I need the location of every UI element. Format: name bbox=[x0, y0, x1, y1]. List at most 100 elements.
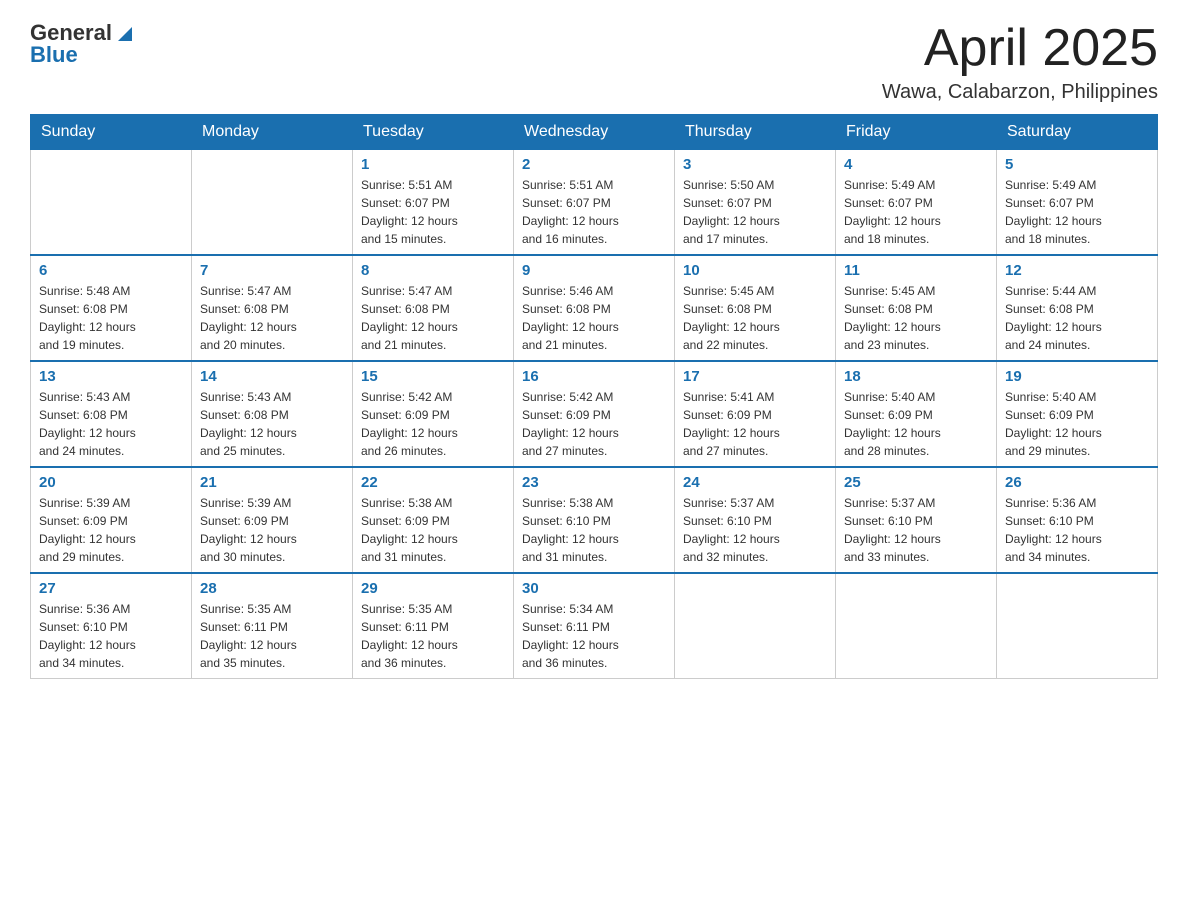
day-info: Sunrise: 5:42 AM Sunset: 6:09 PM Dayligh… bbox=[522, 388, 666, 460]
day-number: 7 bbox=[200, 262, 344, 279]
calendar-header-row: SundayMondayTuesdayWednesdayThursdayFrid… bbox=[31, 115, 1158, 150]
calendar-week-row: 1 Sunrise: 5:51 AM Sunset: 6:07 PM Daylig… bbox=[31, 150, 1158, 256]
calendar-header-wednesday: Wednesday bbox=[514, 115, 675, 150]
calendar-header-sunday: Sunday bbox=[31, 115, 192, 150]
day-info: Sunrise: 5:45 AM Sunset: 6:08 PM Dayligh… bbox=[844, 282, 988, 354]
day-info: Sunrise: 5:38 AM Sunset: 6:10 PM Dayligh… bbox=[522, 494, 666, 566]
calendar-cell: 12 Sunrise: 5:44 AM Sunset: 6:08 PM Dayli… bbox=[997, 255, 1158, 361]
day-number: 11 bbox=[844, 262, 988, 279]
day-info: Sunrise: 5:35 AM Sunset: 6:11 PM Dayligh… bbox=[361, 600, 505, 672]
calendar-subtitle: Wawa, Calabarzon, Philippines bbox=[882, 81, 1158, 104]
day-info: Sunrise: 5:44 AM Sunset: 6:08 PM Dayligh… bbox=[1005, 282, 1149, 354]
day-info: Sunrise: 5:35 AM Sunset: 6:11 PM Dayligh… bbox=[200, 600, 344, 672]
day-number: 29 bbox=[361, 580, 505, 597]
calendar-title: April 2025 bbox=[882, 20, 1158, 77]
calendar-cell bbox=[675, 573, 836, 679]
logo-blue-text: Blue bbox=[30, 42, 78, 68]
calendar-cell: 7 Sunrise: 5:47 AM Sunset: 6:08 PM Daylig… bbox=[192, 255, 353, 361]
day-number: 16 bbox=[522, 368, 666, 385]
calendar-cell: 8 Sunrise: 5:47 AM Sunset: 6:08 PM Daylig… bbox=[353, 255, 514, 361]
calendar-cell: 23Sunrise: 5:38 AM Sunset: 6:10 PM Dayli… bbox=[514, 467, 675, 573]
calendar-cell: 17Sunrise: 5:41 AM Sunset: 6:09 PM Dayli… bbox=[675, 361, 836, 467]
calendar-cell: 24 Sunrise: 5:37 AM Sunset: 6:10 PM Dayli… bbox=[675, 467, 836, 573]
calendar-cell: 13 Sunrise: 5:43 AM Sunset: 6:08 PM Dayli… bbox=[31, 361, 192, 467]
day-info: Sunrise: 5:37 AM Sunset: 6:10 PM Dayligh… bbox=[844, 494, 988, 566]
day-number: 4 bbox=[844, 156, 988, 173]
day-number: 6 bbox=[39, 262, 183, 279]
calendar-header-thursday: Thursday bbox=[675, 115, 836, 150]
calendar-week-row: 6Sunrise: 5:48 AM Sunset: 6:08 PM Daylig… bbox=[31, 255, 1158, 361]
day-info: Sunrise: 5:49 AM Sunset: 6:07 PM Dayligh… bbox=[1005, 176, 1149, 248]
day-info: Sunrise: 5:40 AM Sunset: 6:09 PM Dayligh… bbox=[1005, 388, 1149, 460]
day-number: 3 bbox=[683, 156, 827, 173]
day-info: Sunrise: 5:43 AM Sunset: 6:08 PM Dayligh… bbox=[200, 388, 344, 460]
calendar-cell: 5 Sunrise: 5:49 AM Sunset: 6:07 PM Daylig… bbox=[997, 150, 1158, 256]
day-info: Sunrise: 5:37 AM Sunset: 6:10 PM Dayligh… bbox=[683, 494, 827, 566]
day-number: 12 bbox=[1005, 262, 1149, 279]
calendar-cell bbox=[192, 150, 353, 256]
day-number: 14 bbox=[200, 368, 344, 385]
day-info: Sunrise: 5:40 AM Sunset: 6:09 PM Dayligh… bbox=[844, 388, 988, 460]
page-header: General Blue April 2025 Wawa, Calabarzon… bbox=[30, 20, 1158, 104]
day-info: Sunrise: 5:47 AM Sunset: 6:08 PM Dayligh… bbox=[361, 282, 505, 354]
day-info: Sunrise: 5:50 AM Sunset: 6:07 PM Dayligh… bbox=[683, 176, 827, 248]
calendar-cell bbox=[31, 150, 192, 256]
calendar-cell: 3 Sunrise: 5:50 AM Sunset: 6:07 PM Daylig… bbox=[675, 150, 836, 256]
calendar-cell: 16 Sunrise: 5:42 AM Sunset: 6:09 PM Dayli… bbox=[514, 361, 675, 467]
calendar-cell: 4Sunrise: 5:49 AM Sunset: 6:07 PM Daylig… bbox=[836, 150, 997, 256]
day-number: 8 bbox=[361, 262, 505, 279]
day-info: Sunrise: 5:45 AM Sunset: 6:08 PM Dayligh… bbox=[683, 282, 827, 354]
day-number: 30 bbox=[522, 580, 666, 597]
calendar-table: SundayMondayTuesdayWednesdayThursdayFrid… bbox=[30, 114, 1158, 679]
day-number: 27 bbox=[39, 580, 183, 597]
calendar-cell: 20 Sunrise: 5:39 AM Sunset: 6:09 PM Dayli… bbox=[31, 467, 192, 573]
day-info: Sunrise: 5:51 AM Sunset: 6:07 PM Dayligh… bbox=[361, 176, 505, 248]
day-number: 20 bbox=[39, 474, 183, 491]
day-info: Sunrise: 5:36 AM Sunset: 6:10 PM Dayligh… bbox=[1005, 494, 1149, 566]
day-number: 1 bbox=[361, 156, 505, 173]
calendar-cell: 18 Sunrise: 5:40 AM Sunset: 6:09 PM Dayli… bbox=[836, 361, 997, 467]
calendar-cell: 2Sunrise: 5:51 AM Sunset: 6:07 PM Daylig… bbox=[514, 150, 675, 256]
day-number: 9 bbox=[522, 262, 666, 279]
day-number: 19 bbox=[1005, 368, 1149, 385]
calendar-week-row: 20 Sunrise: 5:39 AM Sunset: 6:09 PM Dayli… bbox=[31, 467, 1158, 573]
calendar-cell: 26 Sunrise: 5:36 AM Sunset: 6:10 PM Dayli… bbox=[997, 467, 1158, 573]
calendar-cell bbox=[997, 573, 1158, 679]
day-number: 15 bbox=[361, 368, 505, 385]
calendar-cell: 29 Sunrise: 5:35 AM Sunset: 6:11 PM Dayli… bbox=[353, 573, 514, 679]
calendar-cell: 30 Sunrise: 5:34 AM Sunset: 6:11 PM Dayli… bbox=[514, 573, 675, 679]
day-number: 13 bbox=[39, 368, 183, 385]
day-number: 5 bbox=[1005, 156, 1149, 173]
calendar-cell bbox=[836, 573, 997, 679]
logo-triangle-icon bbox=[114, 23, 136, 45]
calendar-header-monday: Monday bbox=[192, 115, 353, 150]
day-info: Sunrise: 5:43 AM Sunset: 6:08 PM Dayligh… bbox=[39, 388, 183, 460]
day-info: Sunrise: 5:34 AM Sunset: 6:11 PM Dayligh… bbox=[522, 600, 666, 672]
calendar-cell: 15 Sunrise: 5:42 AM Sunset: 6:09 PM Dayli… bbox=[353, 361, 514, 467]
day-number: 24 bbox=[683, 474, 827, 491]
calendar-cell: 19 Sunrise: 5:40 AM Sunset: 6:09 PM Dayli… bbox=[997, 361, 1158, 467]
calendar-cell: 10Sunrise: 5:45 AM Sunset: 6:08 PM Dayli… bbox=[675, 255, 836, 361]
day-info: Sunrise: 5:42 AM Sunset: 6:09 PM Dayligh… bbox=[361, 388, 505, 460]
day-info: Sunrise: 5:39 AM Sunset: 6:09 PM Dayligh… bbox=[200, 494, 344, 566]
day-number: 18 bbox=[844, 368, 988, 385]
day-info: Sunrise: 5:46 AM Sunset: 6:08 PM Dayligh… bbox=[522, 282, 666, 354]
calendar-cell: 25 Sunrise: 5:37 AM Sunset: 6:10 PM Dayli… bbox=[836, 467, 997, 573]
day-number: 28 bbox=[200, 580, 344, 597]
calendar-cell: 1 Sunrise: 5:51 AM Sunset: 6:07 PM Daylig… bbox=[353, 150, 514, 256]
title-block: April 2025 Wawa, Calabarzon, Philippines bbox=[882, 20, 1158, 104]
day-number: 26 bbox=[1005, 474, 1149, 491]
calendar-cell: 21Sunrise: 5:39 AM Sunset: 6:09 PM Dayli… bbox=[192, 467, 353, 573]
calendar-cell: 28 Sunrise: 5:35 AM Sunset: 6:11 PM Dayli… bbox=[192, 573, 353, 679]
calendar-header-tuesday: Tuesday bbox=[353, 115, 514, 150]
day-info: Sunrise: 5:38 AM Sunset: 6:09 PM Dayligh… bbox=[361, 494, 505, 566]
calendar-cell: 9 Sunrise: 5:46 AM Sunset: 6:08 PM Daylig… bbox=[514, 255, 675, 361]
calendar-cell: 11 Sunrise: 5:45 AM Sunset: 6:08 PM Dayli… bbox=[836, 255, 997, 361]
calendar-cell: 6Sunrise: 5:48 AM Sunset: 6:08 PM Daylig… bbox=[31, 255, 192, 361]
day-info: Sunrise: 5:39 AM Sunset: 6:09 PM Dayligh… bbox=[39, 494, 183, 566]
calendar-week-row: 13 Sunrise: 5:43 AM Sunset: 6:08 PM Dayli… bbox=[31, 361, 1158, 467]
day-info: Sunrise: 5:47 AM Sunset: 6:08 PM Dayligh… bbox=[200, 282, 344, 354]
day-number: 25 bbox=[844, 474, 988, 491]
calendar-header-friday: Friday bbox=[836, 115, 997, 150]
day-info: Sunrise: 5:51 AM Sunset: 6:07 PM Dayligh… bbox=[522, 176, 666, 248]
